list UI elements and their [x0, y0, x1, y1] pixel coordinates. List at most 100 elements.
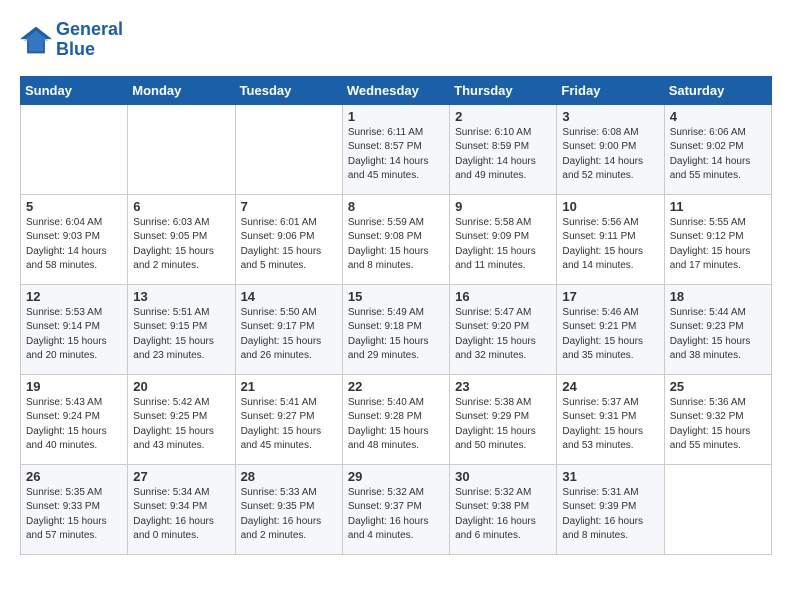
day-number: 27	[133, 469, 229, 484]
calendar-header-row: SundayMondayTuesdayWednesdayThursdayFrid…	[21, 76, 772, 104]
week-row-2: 5 Sunrise: 6:04 AM Sunset: 9:03 PM Daylig…	[21, 194, 772, 284]
day-number: 16	[455, 289, 551, 304]
calendar-cell: 5 Sunrise: 6:04 AM Sunset: 9:03 PM Daylig…	[21, 194, 128, 284]
calendar-cell: 6Sunrise: 6:03 AM Sunset: 9:05 PM Daylig…	[128, 194, 235, 284]
day-number: 3	[562, 109, 658, 124]
day-info: Sunrise: 5:47 AM Sunset: 9:20 PM Dayligh…	[455, 306, 551, 364]
day-info: Sunrise: 5:38 AM Sunset: 9:29 PM Dayligh…	[455, 396, 551, 454]
day-info: Sunrise: 5:55 AM Sunset: 9:12 PM Dayligh…	[670, 216, 766, 274]
page-header: General Blue	[20, 20, 772, 60]
calendar-cell: 21 Sunrise: 5:41 AM Sunset: 9:27 PM Dayli…	[235, 374, 342, 464]
day-number: 9	[455, 199, 551, 214]
calendar-cell: 3 Sunrise: 6:08 AM Sunset: 9:00 PM Daylig…	[557, 104, 664, 194]
day-number: 10	[562, 199, 658, 214]
logo: General Blue	[20, 20, 123, 60]
calendar-cell: 19 Sunrise: 5:43 AM Sunset: 9:24 PM Dayli…	[21, 374, 128, 464]
day-info: Sunrise: 5:42 AM Sunset: 9:25 PM Dayligh…	[133, 396, 229, 454]
day-info: Sunrise: 6:01 AM Sunset: 9:06 PM Dayligh…	[241, 216, 337, 274]
week-row-5: 26 Sunrise: 5:35 AM Sunset: 9:33 PM Dayli…	[21, 464, 772, 554]
calendar-cell: 23 Sunrise: 5:38 AM Sunset: 9:29 PM Dayli…	[450, 374, 557, 464]
day-info: Sunrise: 6:04 AM Sunset: 9:03 PM Dayligh…	[26, 216, 122, 274]
day-info: Sunrise: 5:53 AM Sunset: 9:14 PM Dayligh…	[26, 306, 122, 364]
day-number: 15	[348, 289, 444, 304]
calendar-cell: 14 Sunrise: 5:50 AM Sunset: 9:17 PM Dayli…	[235, 284, 342, 374]
day-info: Sunrise: 5:44 AM Sunset: 9:23 PM Dayligh…	[670, 306, 766, 364]
day-number: 13	[133, 289, 229, 304]
day-number: 12	[26, 289, 122, 304]
calendar-cell: 18 Sunrise: 5:44 AM Sunset: 9:23 PM Dayli…	[664, 284, 771, 374]
day-info: Sunrise: 5:37 AM Sunset: 9:31 PM Dayligh…	[562, 396, 658, 454]
day-number: 5	[26, 199, 122, 214]
day-info: Sunrise: 5:35 AM Sunset: 9:33 PM Dayligh…	[26, 486, 122, 544]
calendar-cell	[235, 104, 342, 194]
calendar-cell: 27 Sunrise: 5:34 AM Sunset: 9:34 PM Dayli…	[128, 464, 235, 554]
calendar-cell: 10 Sunrise: 5:56 AM Sunset: 9:11 PM Dayli…	[557, 194, 664, 284]
day-number: 28	[241, 469, 337, 484]
day-info: Sunrise: 5:58 AM Sunset: 9:09 PM Dayligh…	[455, 216, 551, 274]
calendar-cell: 9 Sunrise: 5:58 AM Sunset: 9:09 PM Daylig…	[450, 194, 557, 284]
day-header-tuesday: Tuesday	[235, 76, 342, 104]
calendar-cell: 15Sunrise: 5:49 AM Sunset: 9:18 PM Dayli…	[342, 284, 449, 374]
day-number: 26	[26, 469, 122, 484]
calendar-cell	[128, 104, 235, 194]
calendar-cell: 17 Sunrise: 5:46 AM Sunset: 9:21 PM Dayli…	[557, 284, 664, 374]
day-info: Sunrise: 6:08 AM Sunset: 9:00 PM Dayligh…	[562, 126, 658, 184]
calendar-cell: 2Sunrise: 6:10 AM Sunset: 8:59 PM Daylig…	[450, 104, 557, 194]
day-info: Sunrise: 5:32 AM Sunset: 9:38 PM Dayligh…	[455, 486, 551, 544]
calendar-cell: 31 Sunrise: 5:31 AM Sunset: 9:39 PM Dayli…	[557, 464, 664, 554]
calendar-cell: 29Sunrise: 5:32 AM Sunset: 9:37 PM Dayli…	[342, 464, 449, 554]
logo-icon	[20, 26, 52, 54]
day-info: Sunrise: 6:06 AM Sunset: 9:02 PM Dayligh…	[670, 126, 766, 184]
day-header-sunday: Sunday	[21, 76, 128, 104]
day-number: 23	[455, 379, 551, 394]
day-number: 4	[670, 109, 766, 124]
day-number: 22	[348, 379, 444, 394]
calendar-cell: 12 Sunrise: 5:53 AM Sunset: 9:14 PM Dayli…	[21, 284, 128, 374]
calendar-cell: 22Sunrise: 5:40 AM Sunset: 9:28 PM Dayli…	[342, 374, 449, 464]
calendar-cell: 13Sunrise: 5:51 AM Sunset: 9:15 PM Dayli…	[128, 284, 235, 374]
day-number: 18	[670, 289, 766, 304]
logo-text: General Blue	[56, 20, 123, 60]
calendar-cell: 25 Sunrise: 5:36 AM Sunset: 9:32 PM Dayli…	[664, 374, 771, 464]
calendar-cell	[664, 464, 771, 554]
week-row-3: 12 Sunrise: 5:53 AM Sunset: 9:14 PM Dayli…	[21, 284, 772, 374]
calendar-cell: 30 Sunrise: 5:32 AM Sunset: 9:38 PM Dayli…	[450, 464, 557, 554]
calendar-cell: 24 Sunrise: 5:37 AM Sunset: 9:31 PM Dayli…	[557, 374, 664, 464]
day-number: 11	[670, 199, 766, 214]
day-number: 30	[455, 469, 551, 484]
day-number: 25	[670, 379, 766, 394]
day-info: Sunrise: 6:10 AM Sunset: 8:59 PM Dayligh…	[455, 126, 551, 184]
day-number: 29	[348, 469, 444, 484]
day-info: Sunrise: 6:03 AM Sunset: 9:05 PM Dayligh…	[133, 216, 229, 274]
day-number: 19	[26, 379, 122, 394]
calendar-cell: 7 Sunrise: 6:01 AM Sunset: 9:06 PM Daylig…	[235, 194, 342, 284]
day-number: 17	[562, 289, 658, 304]
week-row-1: 1 Sunrise: 6:11 AM Sunset: 8:57 PM Daylig…	[21, 104, 772, 194]
week-row-4: 19 Sunrise: 5:43 AM Sunset: 9:24 PM Dayli…	[21, 374, 772, 464]
calendar-table: SundayMondayTuesdayWednesdayThursdayFrid…	[20, 76, 772, 555]
day-info: Sunrise: 5:41 AM Sunset: 9:27 PM Dayligh…	[241, 396, 337, 454]
day-info: Sunrise: 5:46 AM Sunset: 9:21 PM Dayligh…	[562, 306, 658, 364]
day-number: 14	[241, 289, 337, 304]
day-info: Sunrise: 6:11 AM Sunset: 8:57 PM Dayligh…	[348, 126, 444, 184]
day-number: 24	[562, 379, 658, 394]
day-info: Sunrise: 5:34 AM Sunset: 9:34 PM Dayligh…	[133, 486, 229, 544]
day-number: 7	[241, 199, 337, 214]
day-header-saturday: Saturday	[664, 76, 771, 104]
calendar-cell	[21, 104, 128, 194]
calendar-cell: 26 Sunrise: 5:35 AM Sunset: 9:33 PM Dayli…	[21, 464, 128, 554]
calendar-cell: 16 Sunrise: 5:47 AM Sunset: 9:20 PM Dayli…	[450, 284, 557, 374]
day-info: Sunrise: 5:43 AM Sunset: 9:24 PM Dayligh…	[26, 396, 122, 454]
day-info: Sunrise: 5:36 AM Sunset: 9:32 PM Dayligh…	[670, 396, 766, 454]
calendar-cell: 1 Sunrise: 6:11 AM Sunset: 8:57 PM Daylig…	[342, 104, 449, 194]
day-number: 31	[562, 469, 658, 484]
day-number: 21	[241, 379, 337, 394]
day-number: 8	[348, 199, 444, 214]
calendar-cell: 8Sunrise: 5:59 AM Sunset: 9:08 PM Daylig…	[342, 194, 449, 284]
day-info: Sunrise: 5:33 AM Sunset: 9:35 PM Dayligh…	[241, 486, 337, 544]
day-info: Sunrise: 5:31 AM Sunset: 9:39 PM Dayligh…	[562, 486, 658, 544]
day-info: Sunrise: 5:50 AM Sunset: 9:17 PM Dayligh…	[241, 306, 337, 364]
day-info: Sunrise: 5:56 AM Sunset: 9:11 PM Dayligh…	[562, 216, 658, 274]
calendar-cell: 20Sunrise: 5:42 AM Sunset: 9:25 PM Dayli…	[128, 374, 235, 464]
day-number: 1	[348, 109, 444, 124]
